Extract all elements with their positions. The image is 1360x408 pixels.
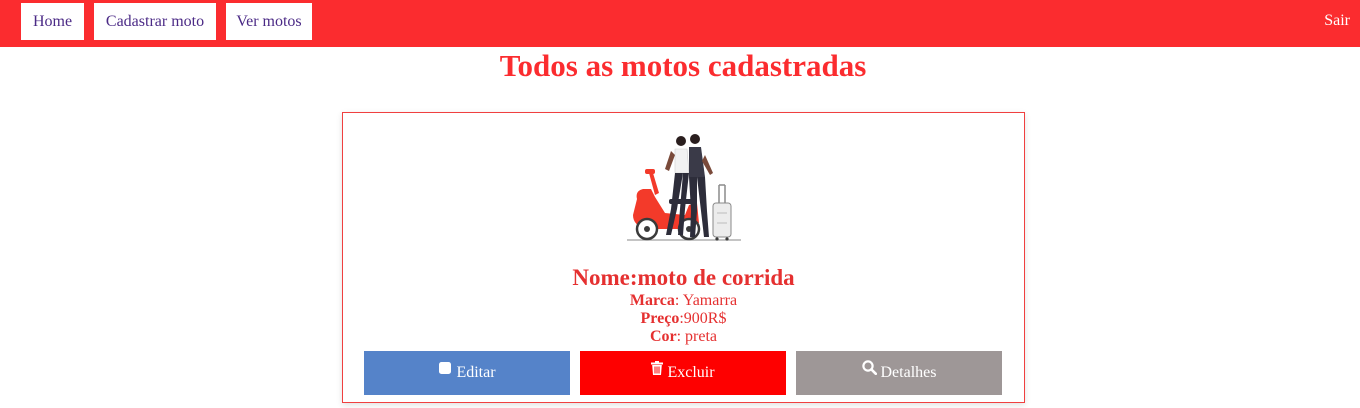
nav-ver-motos-button[interactable]: Ver motos (226, 3, 312, 40)
edit-button-label: Editar (456, 364, 496, 381)
moto-name: Nome:moto de corrida (572, 265, 795, 290)
preco-value: :900R$ (679, 310, 727, 327)
marca-label: Marca (629, 292, 675, 309)
preco-label: Preço (640, 310, 680, 327)
top-navbar: Home Cadastrar moto Ver motos Sair (0, 0, 1360, 47)
logout-link[interactable]: Sair (1324, 12, 1350, 30)
delete-button-label: Excluir (667, 364, 715, 381)
details-button[interactable]: Detalhes (796, 351, 1002, 395)
page-title: Todos as motos cadastradas (499, 48, 867, 83)
cor-value: : preta (676, 328, 718, 345)
nav-cadastrar-moto-button[interactable]: Cadastrar moto (94, 3, 216, 40)
preco-line: Preço:900R$ (343, 310, 1024, 328)
scooter-illustration (625, 133, 745, 245)
cor-label: Cor (649, 328, 677, 345)
trash-icon (651, 349, 664, 393)
marca-line: Marca: Yamarra (343, 292, 1024, 310)
cor-line: Cor: preta (343, 328, 1024, 346)
marca-value: : Yamarra (674, 292, 738, 309)
search-icon (861, 349, 877, 393)
delete-button[interactable]: Excluir (580, 351, 786, 395)
square-edit-icon (438, 349, 452, 393)
edit-button[interactable]: Editar (364, 351, 570, 395)
details-button-label: Detalhes (880, 364, 937, 381)
moto-card: Nome:moto de corrida Marca: Yamarra Preç… (342, 112, 1025, 403)
nav-home-button[interactable]: Home (21, 3, 84, 40)
